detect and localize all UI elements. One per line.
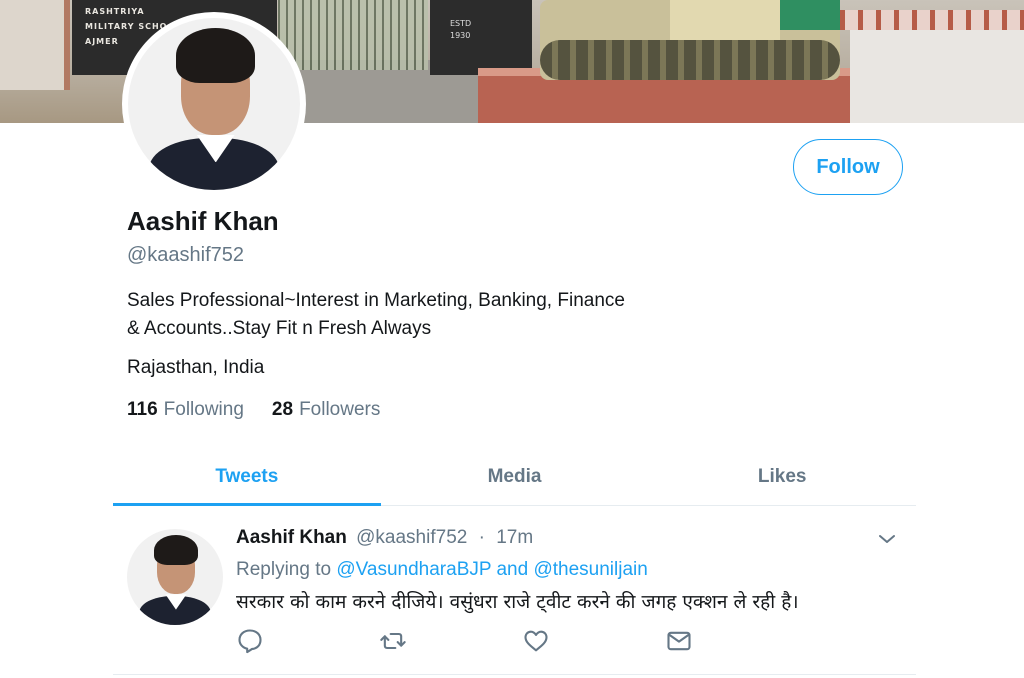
tweet-item[interactable]: Aashif Khan @kaashif752 · 17m Replying t…	[113, 507, 916, 675]
mention-link[interactable]: @VasundharaBJP	[336, 559, 491, 580]
tweet-author-handle[interactable]: @kaashif752	[356, 527, 467, 548]
profile-stats: 116 Following 28 Followers	[127, 399, 380, 421]
banner-tank-track	[540, 40, 840, 80]
profile-name: Aashif Khan	[127, 206, 279, 236]
avatar-hair	[176, 28, 256, 84]
retweet-icon[interactable]	[379, 627, 407, 655]
bio-line-1: Sales Professional~Interest in Marketing…	[127, 290, 625, 311]
tweet-replying-to: Replying to @VasundharaBJP and @thesunil…	[236, 559, 648, 581]
following-link[interactable]: 116 Following	[127, 399, 244, 421]
tweet-actions	[236, 627, 706, 655]
message-icon[interactable]	[665, 627, 693, 655]
banner-rail	[840, 10, 1024, 30]
followers-link[interactable]: 28 Followers	[272, 399, 380, 421]
profile-handle: @kaashif752	[127, 244, 245, 266]
tab-likes[interactable]: Likes	[648, 448, 916, 505]
tweet-avatar[interactable]	[127, 529, 223, 625]
tweet-author-name[interactable]: Aashif Khan	[236, 527, 347, 548]
mention-link[interactable]: @thesuniljain	[533, 559, 647, 580]
banner-right-road	[850, 30, 1024, 123]
follow-button[interactable]: Follow	[793, 139, 903, 195]
profile-bio: Sales Professional~Interest in Marketing…	[127, 287, 727, 343]
mention-joiner: and	[496, 559, 529, 580]
banner-wall	[0, 0, 70, 90]
profile-location: Rajasthan, India	[127, 357, 265, 378]
tab-media[interactable]: Media	[381, 448, 649, 505]
tweet-separator: ·	[478, 527, 485, 548]
reply-icon[interactable]	[236, 627, 264, 655]
avatar-hair	[153, 534, 199, 566]
profile-avatar[interactable]	[122, 12, 306, 196]
tweet-header: Aashif Khan @kaashif752 · 17m	[236, 527, 533, 549]
following-label: Following	[163, 399, 244, 420]
bio-line-2: & Accounts..Stay Fit n Fresh Always	[127, 318, 432, 339]
followers-label: Followers	[299, 399, 381, 420]
profile-avatar-photo	[128, 18, 300, 190]
following-count: 116	[127, 399, 158, 420]
banner-tank-detail	[780, 0, 840, 30]
tweet-text: सरकार को काम करने दीजिये। वसुंधरा राजे ट…	[236, 591, 799, 613]
tab-tweets[interactable]: Tweets	[113, 448, 381, 506]
profile-tabs: Tweets Media Likes	[113, 448, 916, 506]
followers-count: 28	[271, 399, 294, 420]
replying-prefix: Replying to	[236, 559, 332, 580]
like-icon[interactable]	[522, 627, 550, 655]
chevron-down-icon[interactable]	[875, 527, 899, 551]
banner-gate	[278, 0, 428, 70]
banner-tank-turret	[670, 0, 780, 40]
tweet-timestamp[interactable]: 17m	[496, 527, 533, 548]
banner-post	[430, 0, 532, 75]
banner-post-text: ESTD 1930	[450, 19, 472, 40]
